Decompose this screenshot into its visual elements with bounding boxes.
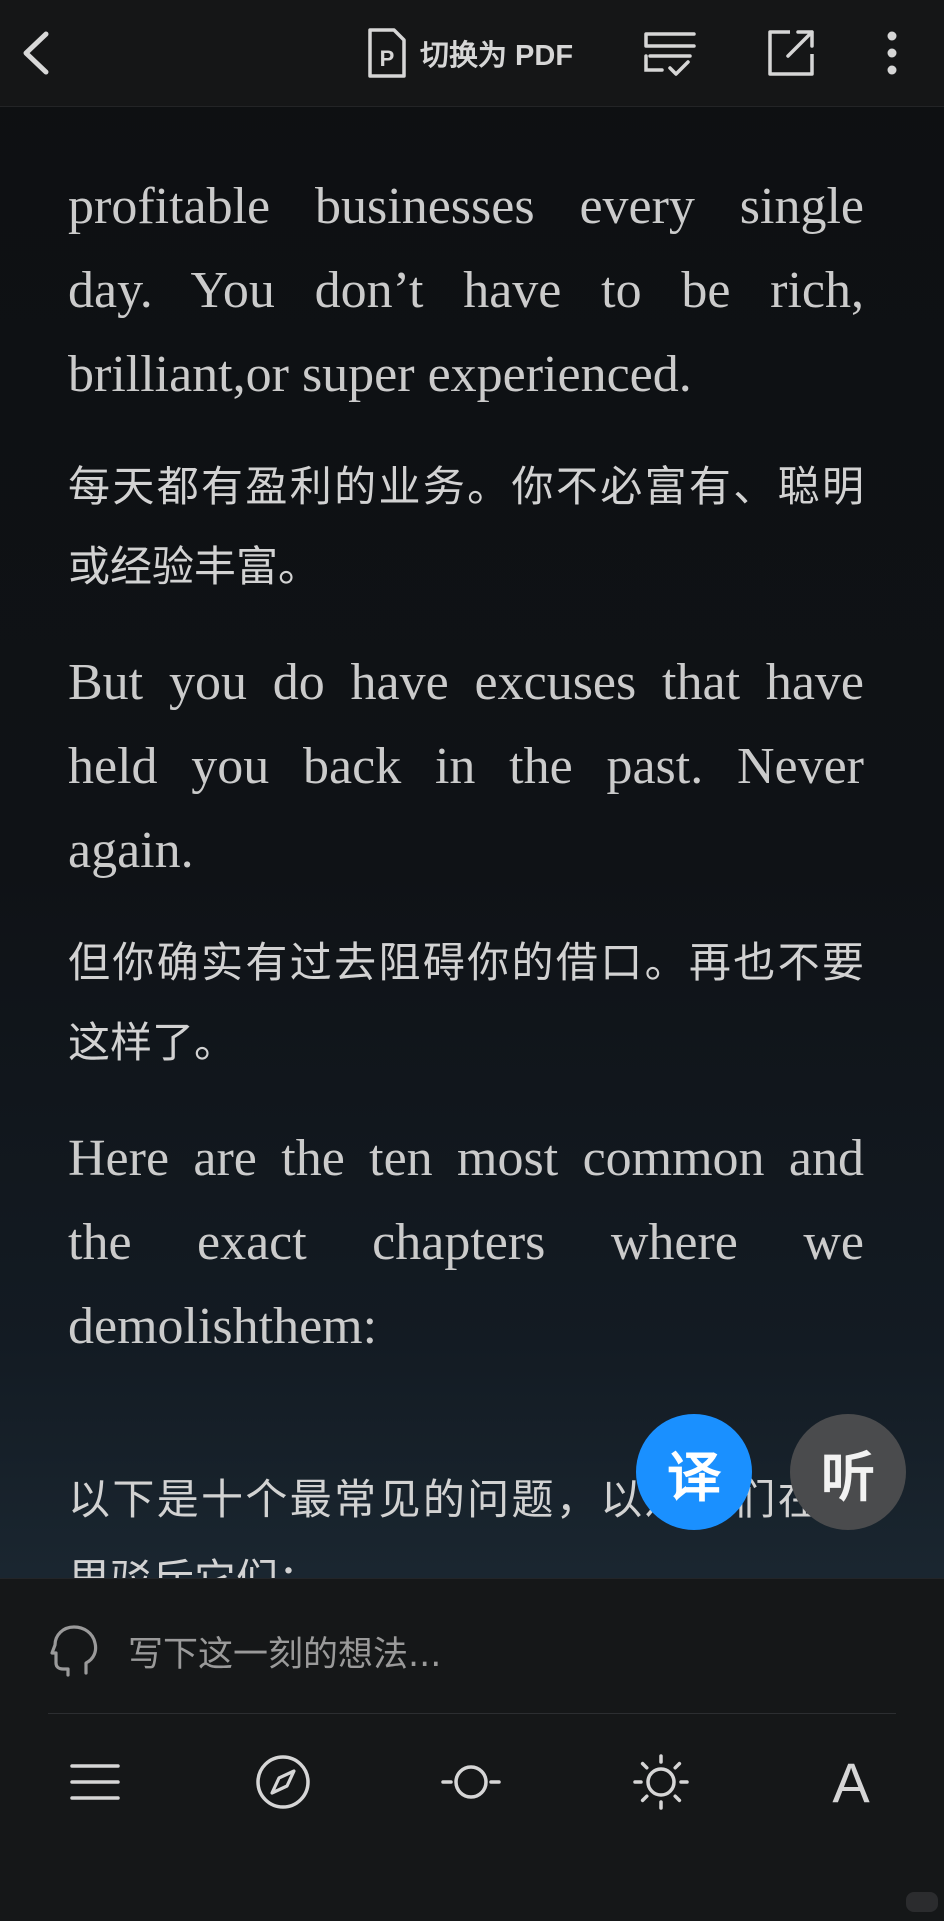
font-settings-button[interactable]: A <box>816 1747 886 1817</box>
share-button[interactable] <box>764 26 818 80</box>
progress-button[interactable] <box>436 1747 506 1817</box>
translate-button[interactable]: 译 <box>636 1414 752 1530</box>
thought-input[interactable]: 写下这一刻的想法... <box>50 1621 441 1681</box>
discover-button[interactable] <box>248 1747 318 1817</box>
watermark-badge <box>906 1892 938 1912</box>
chevron-left-icon <box>23 31 49 75</box>
table-of-contents-button[interactable] <box>60 1747 130 1817</box>
reader-toolbar: A <box>0 1747 944 1847</box>
bottom-panel: 写下这一刻的想法... A <box>0 1578 944 1921</box>
pdf-document-icon: P <box>368 28 406 78</box>
switch-to-pdf-button[interactable]: P 切换为 PDF <box>364 26 573 80</box>
external-link-icon <box>768 30 814 76</box>
more-vertical-icon <box>887 31 897 75</box>
more-button[interactable] <box>872 26 912 80</box>
sun-icon <box>633 1754 689 1810</box>
thinking-head-icon <box>50 1625 98 1677</box>
listen-button[interactable]: 听 <box>790 1414 906 1530</box>
thought-placeholder: 写下这一刻的想法... <box>128 1634 442 1675</box>
reading-content: profitable businesses every single day. … <box>68 165 864 1399</box>
top-bar: P 切换为 PDF <box>0 0 944 107</box>
divider <box>48 1713 896 1714</box>
paragraph-chinese: 但你确实有过去阻碍你的借口。再也不要这样了。 <box>68 938 864 1067</box>
paragraph-chinese: 每天都有盈利的业务。你不必富有、聪明或经验丰富。 <box>68 462 864 591</box>
back-button[interactable] <box>14 26 66 80</box>
paragraph-english: But you do have excuses that have held y… <box>68 654 864 879</box>
menu-icon <box>70 1764 120 1800</box>
paragraph-english: profitable businesses every single day. … <box>68 178 864 403</box>
svg-text:P: P <box>380 46 395 71</box>
compass-icon <box>256 1755 310 1809</box>
notes-list-button[interactable] <box>640 26 700 80</box>
notes-check-icon <box>644 32 696 76</box>
progress-slider-icon <box>441 1765 501 1799</box>
paragraph-english: Here are the ten most common and the exa… <box>68 1130 864 1355</box>
brightness-button[interactable] <box>626 1747 696 1817</box>
switch-to-pdf-label: 切换为 PDF <box>420 40 574 72</box>
